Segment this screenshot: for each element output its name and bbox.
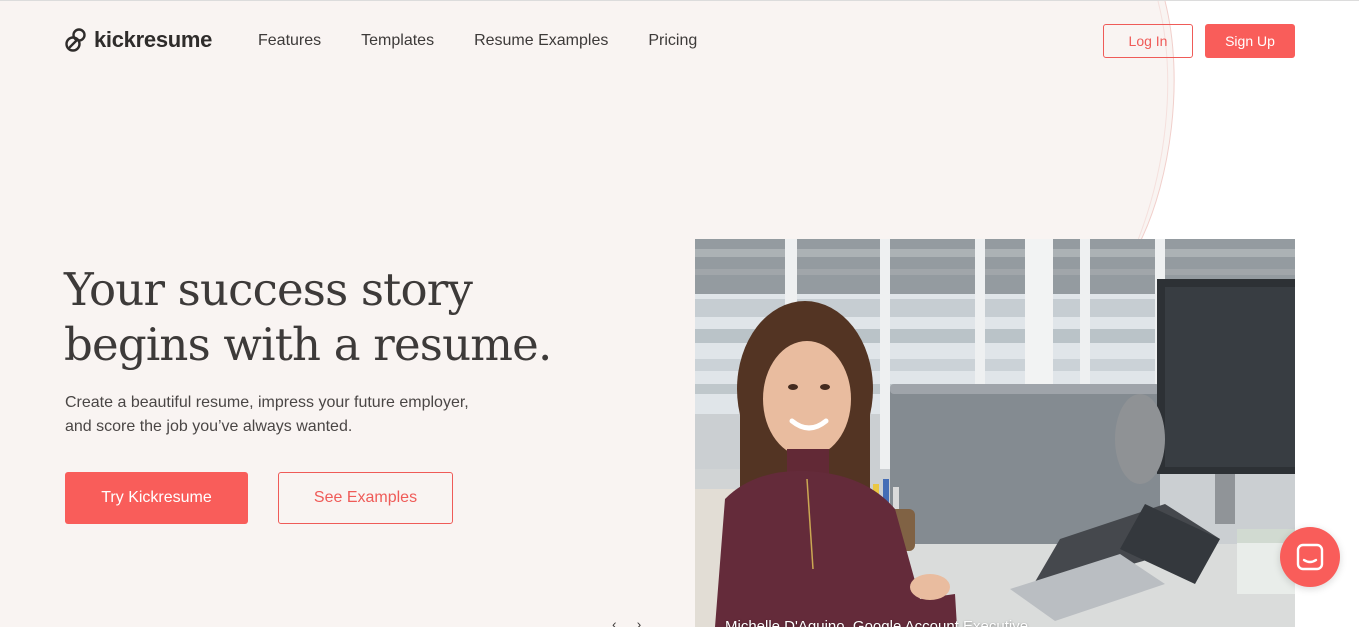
photo-caption: Michelle D'Aquino, Google Account Execut… [725,618,1029,627]
nav-item-pricing[interactable]: Pricing [648,32,697,50]
site-header: kickresume Features Templates Resume Exa… [0,0,1359,82]
hero-subtitle-line-2: and score the job you’ve always wanted. [65,418,353,435]
nav-item-resume-examples[interactable]: Resume Examples [474,32,608,50]
hero-subtitle: Create a beautiful resume, impress your … [65,391,535,439]
see-examples-button[interactable]: See Examples [278,472,453,524]
hero-title-line-2: begins with a resume. [64,318,552,371]
hero-subtitle-line-1: Create a beautiful resume, impress your … [65,394,469,411]
kickresume-logo-icon [65,28,86,52]
login-button[interactable]: Log In [1103,24,1193,58]
nav-item-templates[interactable]: Templates [361,32,434,50]
office-scene-illustration [695,239,1295,627]
nav-item-features[interactable]: Features [258,32,321,50]
main-nav: Features Templates Resume Examples Prici… [258,32,737,50]
logo-text: kickresume [94,27,213,52]
chat-launcher-button[interactable] [1280,527,1340,587]
testimonial-photo: Michelle D'Aquino, Google Account Execut… [695,239,1295,627]
try-kickresume-button[interactable]: Try Kickresume [65,472,248,524]
chevron-right-icon[interactable]: › [637,616,642,627]
carousel-controls: ‹ › [612,616,641,627]
chevron-left-icon[interactable]: ‹ [612,616,617,627]
hero-title-line-1: Your success story [64,263,473,316]
hero-title: Your success story begins with a resume. [64,262,624,372]
logo[interactable]: kickresume [64,27,212,53]
chat-icon [1296,543,1324,571]
signup-button[interactable]: Sign Up [1205,24,1295,58]
